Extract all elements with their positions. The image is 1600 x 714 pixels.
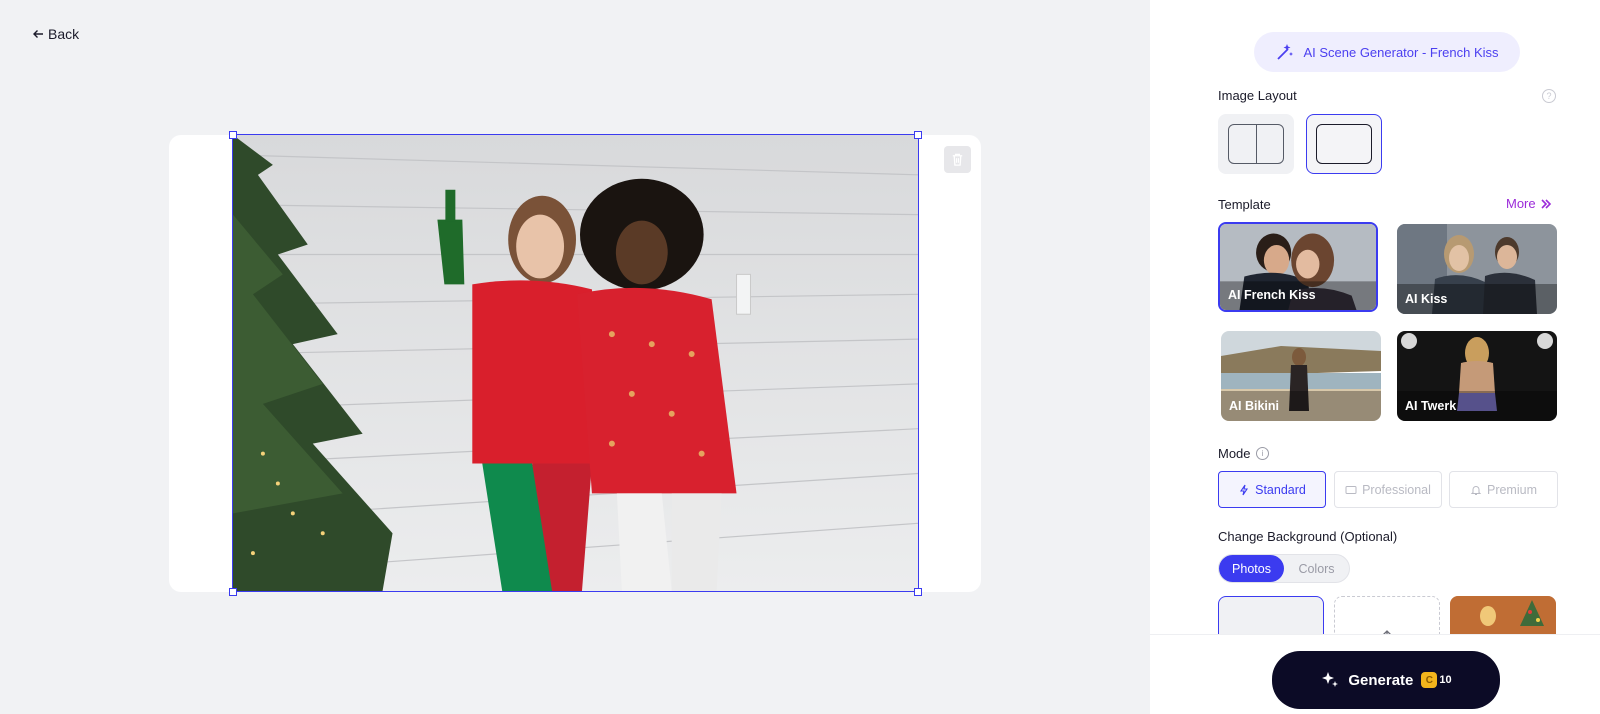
tab-colors[interactable]: Colors: [1284, 555, 1349, 582]
canvas-area: Back: [0, 0, 1150, 714]
mode-professional-label: Professional: [1362, 482, 1431, 497]
resize-handle-bottom-right[interactable]: [914, 588, 922, 596]
panel-footer: Generate C 10: [1150, 634, 1600, 714]
credit-cost-value: 10: [1439, 674, 1452, 686]
change-background-label: Change Background (Optional): [1218, 529, 1398, 544]
back-label: Back: [48, 26, 80, 42]
resize-handle-bottom-left[interactable]: [229, 588, 237, 596]
template-ai-twerk[interactable]: AI Twerk: [1397, 331, 1557, 421]
template-label-ai-french-kiss: AI French Kiss: [1228, 288, 1316, 302]
mode-professional-button[interactable]: Professional: [1334, 471, 1442, 508]
resize-handle-top-right[interactable]: [914, 131, 922, 139]
hd-icon: [1345, 485, 1357, 494]
split-layout-icon: [1228, 124, 1284, 164]
selected-photo[interactable]: [232, 134, 919, 592]
mode-premium-label: Premium: [1486, 482, 1537, 497]
sparkle-icon: [1322, 672, 1339, 687]
info-icon[interactable]: i: [1256, 447, 1269, 460]
template-label-ai-twerk: AI Twerk: [1405, 399, 1457, 413]
mode-premium-button[interactable]: Premium: [1449, 471, 1558, 508]
credit-cost: C 10: [1421, 672, 1452, 688]
template-label-ai-kiss: AI Kiss: [1405, 292, 1448, 306]
single-layout-icon: [1316, 124, 1372, 164]
coin-icon: C: [1421, 672, 1438, 688]
image-layout-label: Image Layout: [1218, 88, 1297, 103]
generate-label: Generate: [1348, 671, 1414, 689]
settings-panel: AI Scene Generator - French Kiss Image L…: [1150, 0, 1600, 714]
tab-photos[interactable]: Photos: [1219, 555, 1284, 582]
mode-standard-label: Standard: [1255, 482, 1306, 497]
mode-label: Mode: [1218, 446, 1251, 461]
trash-icon: [952, 153, 963, 166]
template-label: Template: [1218, 197, 1271, 212]
layout-single-option[interactable]: [1306, 114, 1382, 174]
template-ai-kiss[interactable]: AI Kiss: [1397, 224, 1557, 314]
bell-icon: [1470, 485, 1482, 495]
double-chevron-right-icon: [1541, 198, 1551, 209]
template-label-ai-bikini: AI Bikini: [1229, 399, 1280, 413]
photo-image: [233, 135, 918, 591]
template-ai-bikini[interactable]: AI Bikini: [1221, 331, 1381, 421]
background-type-toggle: Photos Colors: [1218, 554, 1350, 583]
help-icon[interactable]: ?: [1542, 89, 1556, 103]
generate-button[interactable]: Generate C 10: [1272, 651, 1500, 709]
more-label: More: [1506, 196, 1536, 211]
magic-wand-icon: [1277, 44, 1294, 60]
more-templates-link[interactable]: More: [1506, 196, 1552, 211]
mode-standard-button[interactable]: Standard: [1218, 471, 1326, 508]
scene-generator-badge: AI Scene Generator - French Kiss: [1254, 32, 1520, 72]
lightning-icon: [1240, 484, 1249, 495]
delete-image-button[interactable]: [944, 146, 971, 173]
arrow-left-icon: [33, 30, 43, 38]
resize-handle-top-left[interactable]: [229, 131, 237, 139]
scene-generator-title: AI Scene Generator - French Kiss: [1303, 44, 1499, 60]
back-button[interactable]: Back: [32, 26, 79, 42]
template-ai-french-kiss[interactable]: AI French Kiss: [1218, 222, 1378, 312]
layout-split-option[interactable]: [1218, 114, 1294, 174]
